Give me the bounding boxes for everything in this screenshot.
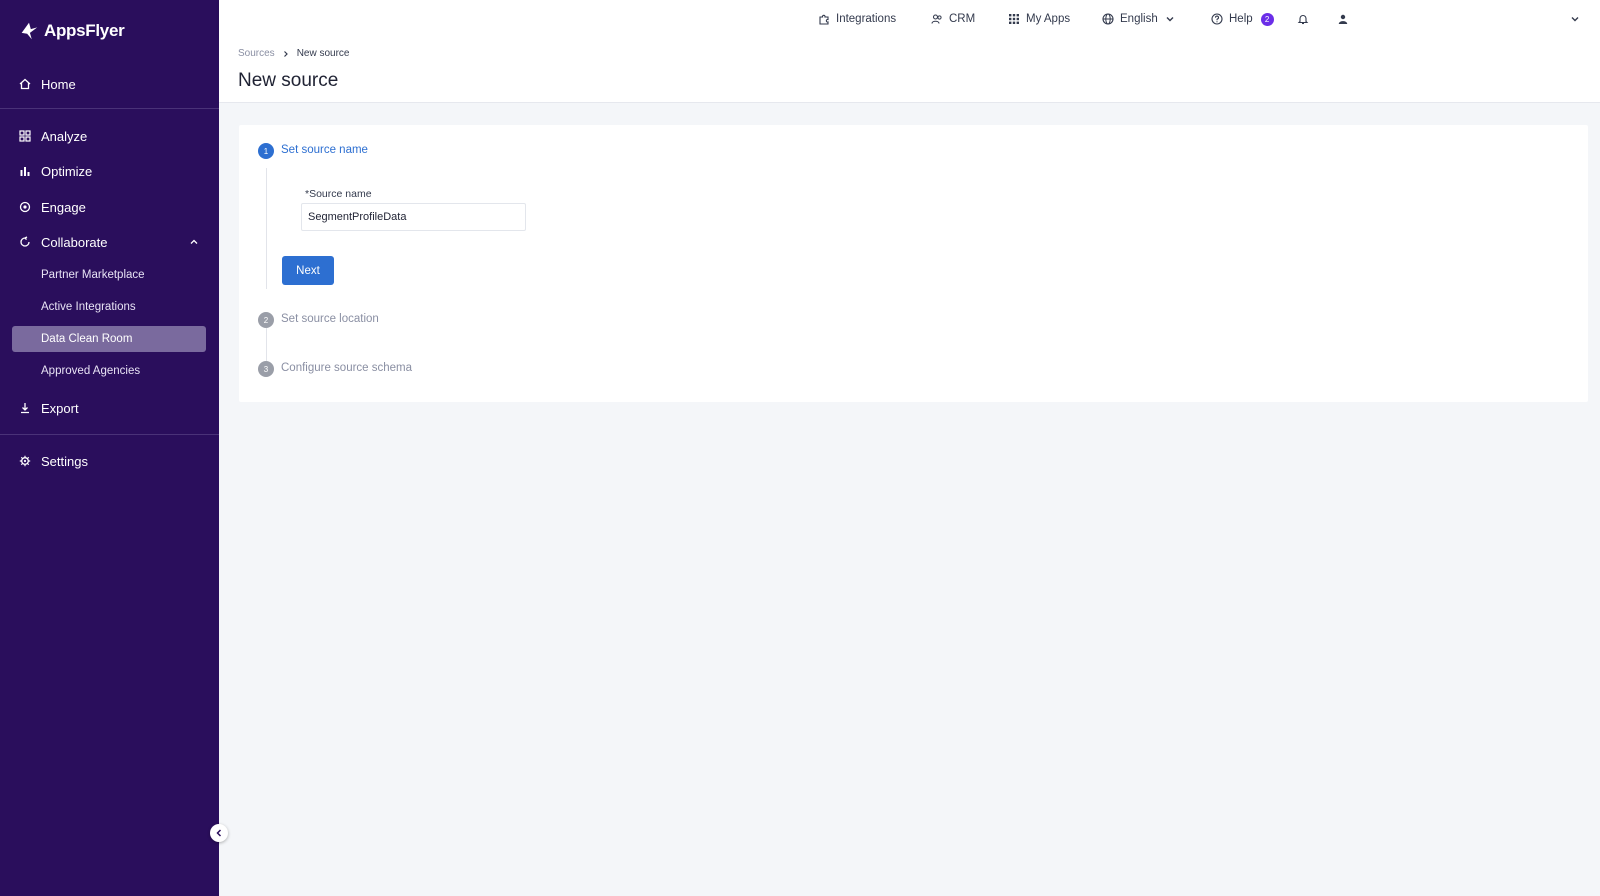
bar-chart-icon bbox=[19, 165, 31, 177]
collapse-sidebar-button[interactable] bbox=[210, 824, 228, 842]
brand-name: AppsFlyer bbox=[44, 21, 125, 40]
page-title: New source bbox=[238, 70, 339, 91]
topbar-my-apps-label: My Apps bbox=[1026, 13, 1071, 25]
language-selector[interactable]: English bbox=[1102, 0, 1176, 38]
step-2-label: Set source location bbox=[281, 313, 379, 325]
source-name-input[interactable] bbox=[301, 203, 526, 231]
chevron-down-icon bbox=[1571, 17, 1579, 22]
user-menu-button[interactable] bbox=[1337, 0, 1349, 38]
appsflyer-logo[interactable]: AppsFlyer bbox=[18, 20, 125, 42]
sidebar-item-partner-marketplace[interactable]: Partner Marketplace bbox=[12, 262, 206, 288]
sidebar-divider bbox=[0, 108, 219, 109]
breadcrumb-sources[interactable]: Sources bbox=[238, 48, 275, 59]
topbar-integrations[interactable]: Integrations bbox=[818, 0, 896, 38]
step-2-indicator: 2 bbox=[258, 312, 274, 328]
nav-analyze[interactable]: Analyze bbox=[0, 121, 219, 151]
export-icon bbox=[19, 402, 31, 414]
notifications-button[interactable] bbox=[1297, 0, 1309, 38]
bell-icon bbox=[1297, 15, 1309, 25]
nav-optimize-label: Optimize bbox=[41, 163, 93, 179]
step-connector bbox=[266, 328, 267, 361]
help-badge: 2 bbox=[1260, 12, 1274, 26]
gear-icon bbox=[19, 455, 31, 467]
sync-icon bbox=[19, 236, 31, 248]
source-wizard-card: 1 Set source name *Source name Next 2 Se… bbox=[239, 125, 1588, 402]
sidebar-item-label: Partner Marketplace bbox=[41, 269, 145, 281]
grid-icon bbox=[19, 130, 31, 142]
help-label: Help bbox=[1229, 13, 1253, 25]
step-3-indicator: 3 bbox=[258, 361, 274, 377]
appsflyer-logo-icon bbox=[21, 22, 38, 40]
next-button[interactable]: Next bbox=[282, 256, 334, 285]
nav-settings[interactable]: Settings bbox=[0, 446, 219, 476]
nav-export-label: Export bbox=[41, 400, 79, 416]
nav-home-label: Home bbox=[41, 76, 76, 92]
apps-grid-icon bbox=[1009, 14, 1019, 24]
topbar-crm-label: CRM bbox=[949, 13, 976, 25]
breadcrumb-current: New source bbox=[296, 48, 350, 59]
sidebar-item-label: Approved Agencies bbox=[41, 365, 141, 377]
chevron-down-icon bbox=[1166, 17, 1174, 22]
users-icon bbox=[931, 14, 942, 24]
nav-settings-label: Settings bbox=[41, 453, 88, 469]
top-bar: Integrations CRM My Apps English Help 2 bbox=[219, 0, 1600, 38]
topbar-my-apps[interactable]: My Apps bbox=[1008, 0, 1070, 38]
topbar-help[interactable]: Help 2 bbox=[1211, 0, 1274, 38]
step-connector bbox=[266, 168, 267, 289]
nav-collaborate-label: Collaborate bbox=[41, 234, 108, 250]
breadcrumb: Sources New source bbox=[238, 48, 350, 59]
topbar-crm[interactable]: CRM bbox=[931, 0, 975, 38]
nav-export[interactable]: Export bbox=[0, 393, 219, 423]
sidebar: AppsFlyer Home Analyze Optimize Engage C… bbox=[0, 0, 219, 896]
sidebar-item-label: Data Clean Room bbox=[41, 333, 133, 345]
account-dropdown[interactable] bbox=[1569, 0, 1581, 38]
chevron-up-icon bbox=[189, 235, 199, 250]
sidebar-item-active-integrations[interactable]: Active Integrations bbox=[12, 294, 206, 320]
nav-analyze-label: Analyze bbox=[41, 128, 88, 144]
help-icon bbox=[1211, 13, 1223, 25]
nav-engage[interactable]: Engage bbox=[0, 192, 219, 222]
chevron-right-icon bbox=[283, 50, 288, 57]
nav-engage-label: Engage bbox=[41, 199, 86, 215]
home-icon bbox=[19, 78, 31, 90]
step-3-label: Configure source schema bbox=[281, 362, 413, 374]
globe-icon bbox=[1102, 13, 1114, 25]
nav-home[interactable]: Home bbox=[0, 69, 219, 99]
source-name-label: *Source name bbox=[305, 188, 372, 200]
sidebar-item-approved-agencies[interactable]: Approved Agencies bbox=[12, 358, 206, 384]
step-1-label: Set source name bbox=[281, 144, 368, 156]
sidebar-item-label: Active Integrations bbox=[41, 301, 136, 313]
puzzle-icon bbox=[819, 14, 829, 25]
nav-collaborate[interactable]: Collaborate bbox=[0, 227, 219, 257]
topbar-integrations-label: Integrations bbox=[836, 13, 897, 25]
sidebar-item-data-clean-room[interactable]: Data Clean Room bbox=[12, 326, 206, 352]
page-header: Sources New source New source bbox=[219, 38, 1600, 103]
nav-optimize[interactable]: Optimize bbox=[0, 156, 219, 186]
step-1-indicator: 1 bbox=[258, 143, 274, 159]
user-icon bbox=[1338, 14, 1348, 24]
chevron-left-icon bbox=[216, 829, 222, 837]
sidebar-divider bbox=[0, 434, 219, 435]
language-label: English bbox=[1120, 13, 1158, 25]
engage-icon bbox=[19, 201, 31, 213]
